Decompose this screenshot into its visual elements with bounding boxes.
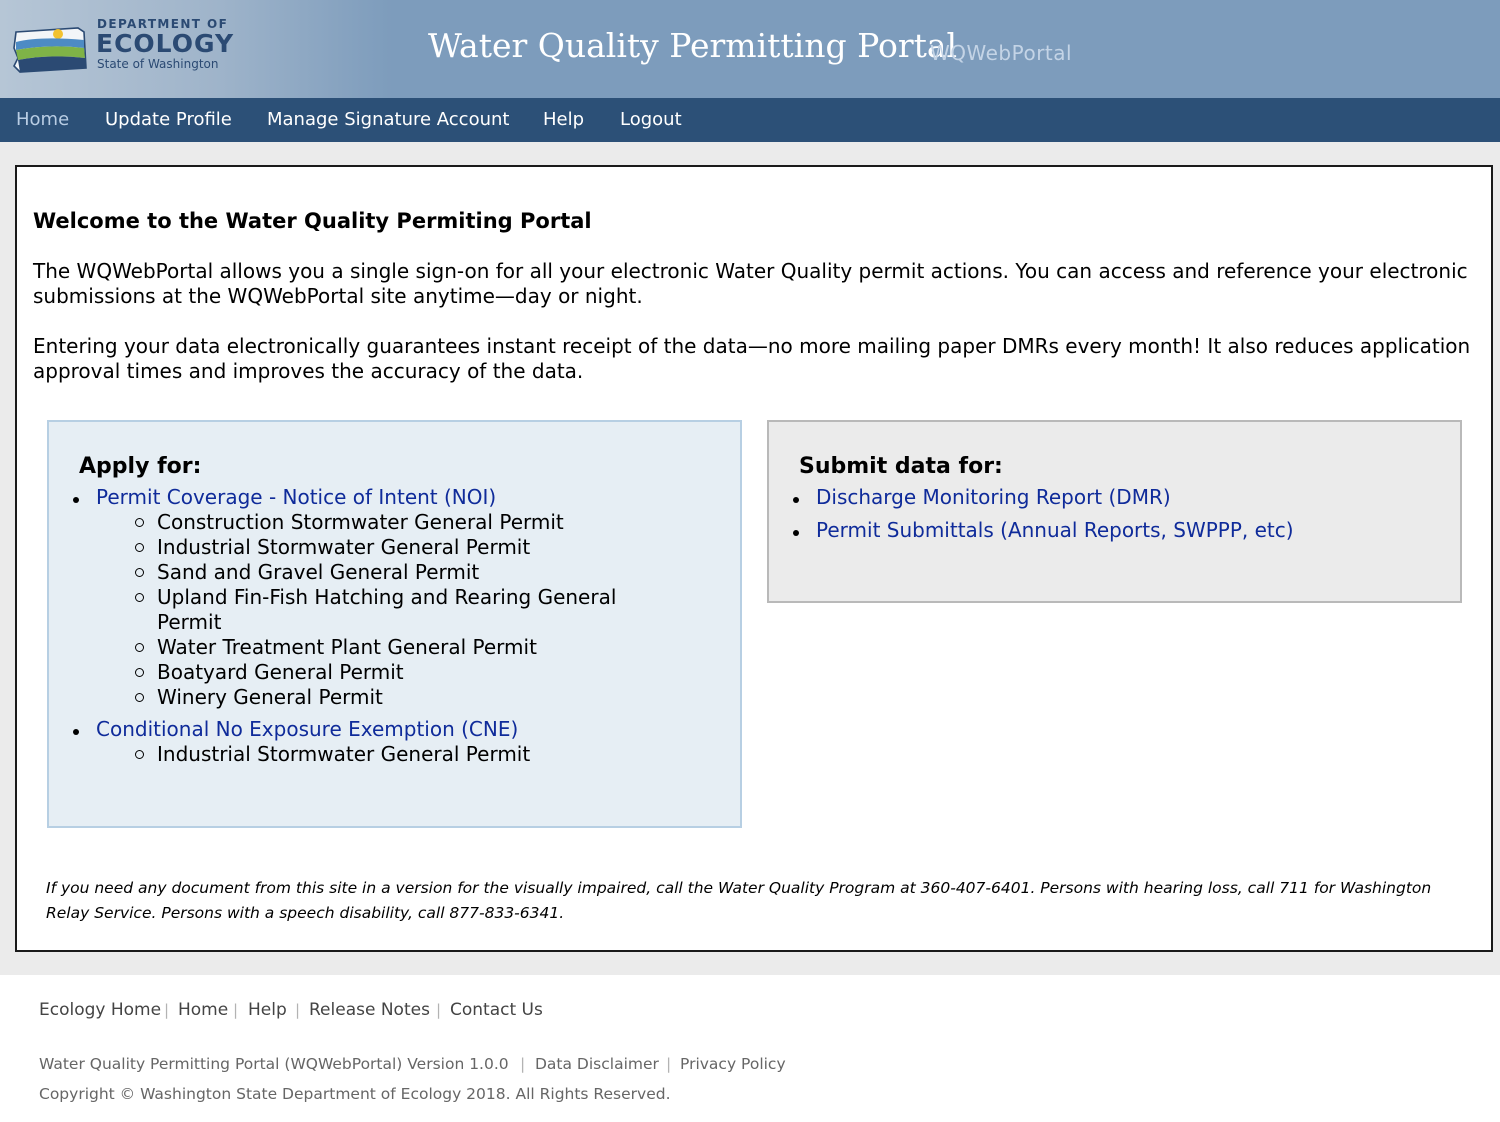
- bullet-icon: [73, 729, 79, 735]
- noi-link[interactable]: Permit Coverage - Notice of Intent (NOI): [96, 485, 496, 509]
- intro-paragraph: The WQWebPortal allows you a single sign…: [33, 259, 1468, 308]
- noi-item: Winery General Permit: [157, 685, 383, 709]
- top-nav: Home Update Profile Manage Signature Acc…: [0, 98, 1500, 142]
- nav-help[interactable]: Help: [543, 109, 584, 130]
- circle-bullet-icon: [135, 568, 144, 577]
- footer-privacy-policy-link[interactable]: Privacy Policy: [680, 1055, 786, 1073]
- logo-ecology-text: ECOLOGY: [96, 29, 235, 58]
- noi-item: Industrial Stormwater General Permit: [157, 535, 531, 559]
- nav-update-profile[interactable]: Update Profile: [105, 109, 232, 130]
- benefits-paragraph: Entering your data electronically guaran…: [33, 334, 1471, 383]
- nav-logout[interactable]: Logout: [620, 109, 682, 130]
- footer-ecology-home-link[interactable]: Ecology Home: [39, 1000, 161, 1020]
- circle-bullet-icon: [135, 543, 144, 552]
- footer-separator: |: [436, 1001, 442, 1019]
- bullet-icon: [793, 530, 799, 536]
- portal-subtitle: WQWebPortal: [930, 41, 1073, 65]
- footer-separator: |: [164, 1001, 170, 1019]
- ecology-logo[interactable]: DEPARTMENT OF ECOLOGY State of Washingto…: [10, 16, 235, 82]
- noi-item-continued: Permit: [157, 610, 222, 634]
- circle-bullet-icon: [135, 643, 144, 652]
- noi-item: Sand and Gravel General Permit: [157, 560, 480, 584]
- cne-link[interactable]: Conditional No Exposure Exemption (CNE): [96, 717, 518, 741]
- main-content: Welcome to the Water Quality Permiting P…: [15, 165, 1493, 952]
- submit-title: Submit data for:: [799, 454, 1003, 479]
- accessibility-notice: If you need any document from this site …: [46, 879, 1432, 922]
- site-header: DEPARTMENT OF ECOLOGY State of Washingto…: [0, 0, 1500, 98]
- noi-item: Upland Fin-Fish Hatching and Rearing Gen…: [157, 585, 617, 609]
- circle-bullet-icon: [135, 593, 144, 602]
- welcome-heading: Welcome to the Water Quality Permiting P…: [33, 209, 592, 233]
- noi-item: Construction Stormwater General Permit: [157, 510, 564, 534]
- footer-separator: |: [520, 1055, 526, 1073]
- apply-title: Apply for:: [79, 454, 202, 479]
- footer-help-link[interactable]: Help: [248, 1000, 287, 1020]
- noi-item: Water Treatment Plant General Permit: [157, 635, 537, 659]
- washington-state-logo-icon: [13, 27, 87, 73]
- footer-separator: |: [233, 1001, 239, 1019]
- noi-item: Boatyard General Permit: [157, 660, 404, 684]
- permit-submittals-link[interactable]: Permit Submittals (Annual Reports, SWPPP…: [816, 518, 1294, 542]
- footer-version: Water Quality Permitting Portal (WQWebPo…: [39, 1055, 509, 1073]
- circle-bullet-icon: [135, 668, 144, 677]
- nav-home[interactable]: Home: [16, 109, 69, 130]
- portal-title: Water Quality Permitting Portal: [428, 26, 958, 65]
- nav-manage-signature-account[interactable]: Manage Signature Account: [267, 109, 509, 130]
- footer-separator: |: [666, 1055, 672, 1073]
- site-footer: Ecology Home | Home | Help | Release Not…: [0, 975, 1500, 1122]
- dmr-link[interactable]: Discharge Monitoring Report (DMR): [816, 485, 1171, 509]
- bullet-icon: [73, 497, 79, 503]
- footer-copyright: Copyright © Washington State Department …: [39, 1085, 671, 1103]
- footer-home-link[interactable]: Home: [178, 1000, 228, 1020]
- submit-panel: Submit data for: Discharge Monitoring Re…: [767, 420, 1462, 603]
- footer-data-disclaimer-link[interactable]: Data Disclaimer: [535, 1055, 659, 1073]
- apply-panel: Apply for: Permit Coverage - Notice of I…: [47, 420, 742, 828]
- circle-bullet-icon: [135, 693, 144, 702]
- circle-bullet-icon: [135, 750, 144, 759]
- footer-contact-us-link[interactable]: Contact Us: [450, 1000, 543, 1020]
- circle-bullet-icon: [135, 518, 144, 527]
- bullet-icon: [793, 497, 799, 503]
- logo-state-text: State of Washington: [97, 57, 219, 71]
- footer-separator: |: [295, 1001, 301, 1019]
- footer-release-notes-link[interactable]: Release Notes: [309, 1000, 430, 1020]
- cne-item: Industrial Stormwater General Permit: [157, 742, 531, 766]
